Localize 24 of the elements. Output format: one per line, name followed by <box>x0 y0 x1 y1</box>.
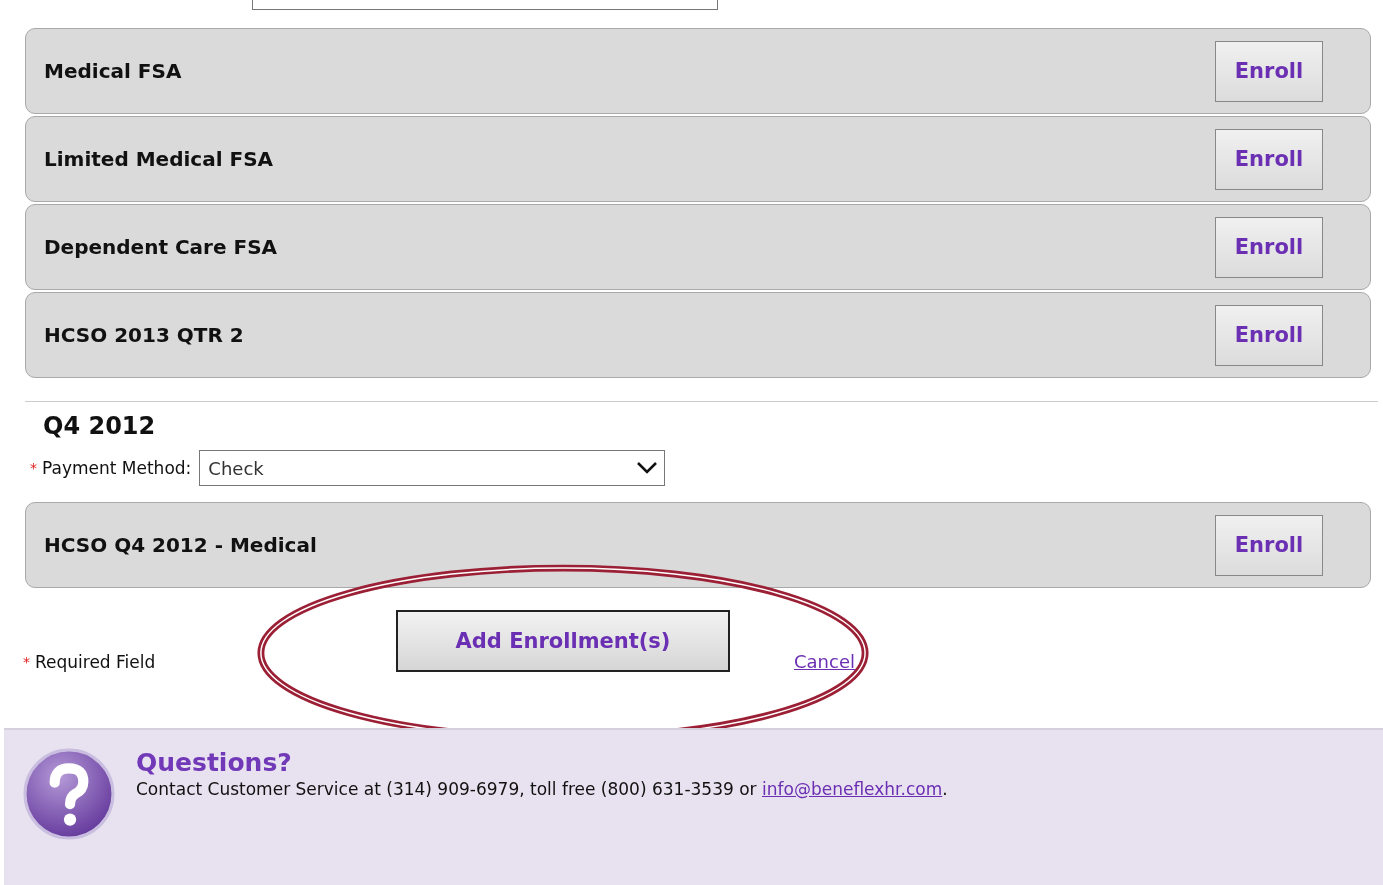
contact-text: Contact Customer Service at (314) 909-6979, toll free (800) 631-3539 or info@beneflexhr.com. <box>136 779 948 799</box>
enroll-button[interactable]: Enroll <box>1215 304 1323 366</box>
plan-name: HCSO Q4 2012 - Medical <box>44 533 317 557</box>
help-title: Questions? <box>136 748 293 777</box>
plan-name: Limited Medical FSA <box>44 147 274 171</box>
plan-name: Medical FSA <box>44 59 182 83</box>
enroll-button[interactable]: Enroll <box>1215 216 1323 278</box>
field-label: Payment Method: <box>42 458 192 478</box>
email-link[interactable]: info@beneflexhr.com <box>762 779 943 799</box>
plan-name: Dependent Care FSA <box>44 235 278 259</box>
enroll-button[interactable]: Enroll <box>1215 40 1323 102</box>
chevron-down-icon <box>636 461 659 475</box>
required-mark: * <box>30 460 37 476</box>
cancel-link[interactable]: Cancel <box>794 651 855 672</box>
help-icon <box>23 748 115 840</box>
add-enrollments-button[interactable]: Add Enrollment(s) <box>396 610 730 672</box>
section-heading: Q4 2012 <box>43 412 157 440</box>
required-field-note: Required Field <box>35 652 156 672</box>
input-field[interactable] <box>252 0 718 10</box>
required-mark: * <box>23 654 30 670</box>
plan-name: HCSO 2013 QTR 2 <box>44 323 244 347</box>
enroll-button[interactable]: Enroll <box>1215 128 1323 190</box>
payment-method-dropdown[interactable]: Check <box>199 450 666 486</box>
enroll-button[interactable]: Enroll <box>1215 514 1323 576</box>
